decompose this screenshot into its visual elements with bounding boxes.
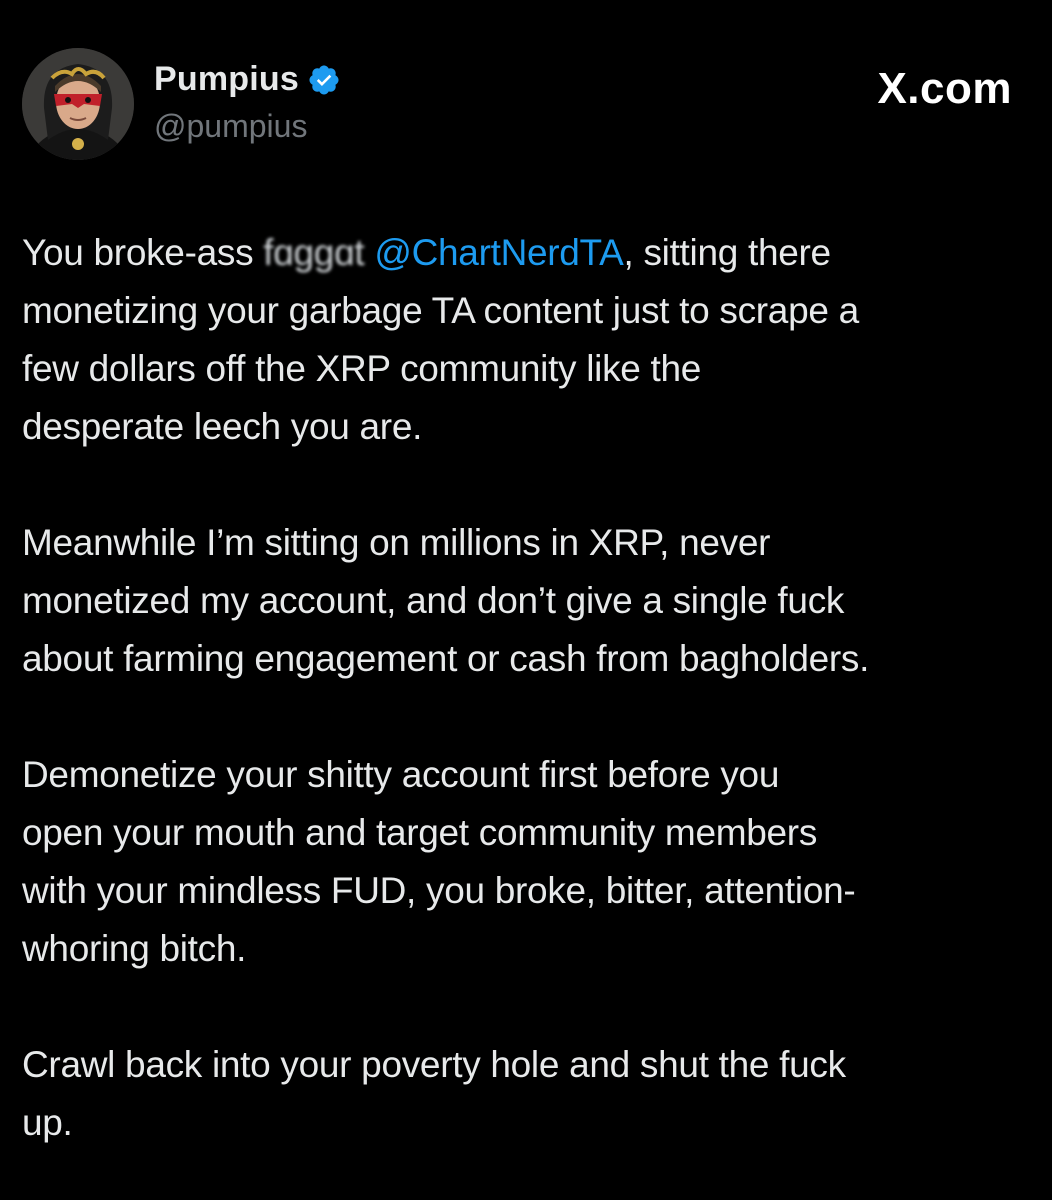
author-handle[interactable]: @pumpius	[154, 108, 307, 145]
tweet-line: up.	[22, 1102, 73, 1143]
author-name-row: Pumpius	[154, 60, 341, 99]
tweet-line: open your mouth and target community mem…	[22, 812, 818, 853]
tweet-line: Meanwhile I’m sitting on millions in XRP…	[22, 522, 771, 563]
mention-link[interactable]: @ChartNerdTA	[374, 232, 623, 273]
avatar-image	[22, 48, 134, 160]
tweet-paragraph: Crawl back into your poverty hole and sh…	[22, 1036, 1034, 1152]
tweet-line: few dollars off the XRP community like t…	[22, 348, 702, 389]
brand-watermark: X.com	[877, 64, 1012, 113]
tweet-paragraph: Demonetize your shitty account first bef…	[22, 746, 1034, 978]
tweet-line: Crawl back into your poverty hole and sh…	[22, 1044, 846, 1085]
tweet-body: You broke-ass fɑggɑt @ChartNerdTA, sitti…	[22, 224, 1034, 1152]
censored-word: fɑggɑt	[263, 232, 365, 273]
tweet-line: desperate leech you are.	[22, 406, 423, 447]
tweet-header: Pumpius @pumpius X.com	[20, 44, 1032, 164]
avatar[interactable]	[22, 48, 134, 160]
tweet-line: Demonetize your shitty account first bef…	[22, 754, 780, 795]
tweet-line: about farming engagement or cash from ba…	[22, 638, 870, 679]
verified-badge-icon	[307, 63, 341, 97]
tweet-line: monetized my account, and don’t give a s…	[22, 580, 845, 621]
tweet-line: whoring bitch.	[22, 928, 247, 969]
tweet-text: , sitting there	[623, 232, 832, 273]
tweet-paragraph: Meanwhile I’m sitting on millions in XRP…	[22, 514, 1034, 688]
tweet-line: with your mindless FUD, you broke, bitte…	[22, 870, 856, 911]
tweet-paragraph: You broke-ass fɑggɑt @ChartNerdTA, sitti…	[22, 224, 1034, 456]
tweet-line: You broke-ass fɑggɑt @ChartNerdTA, sitti…	[22, 224, 1034, 282]
tweet-line: monetizing your garbage TA content just …	[22, 290, 859, 331]
display-name[interactable]: Pumpius	[154, 60, 299, 99]
tweet-text: You broke-ass	[22, 232, 264, 273]
